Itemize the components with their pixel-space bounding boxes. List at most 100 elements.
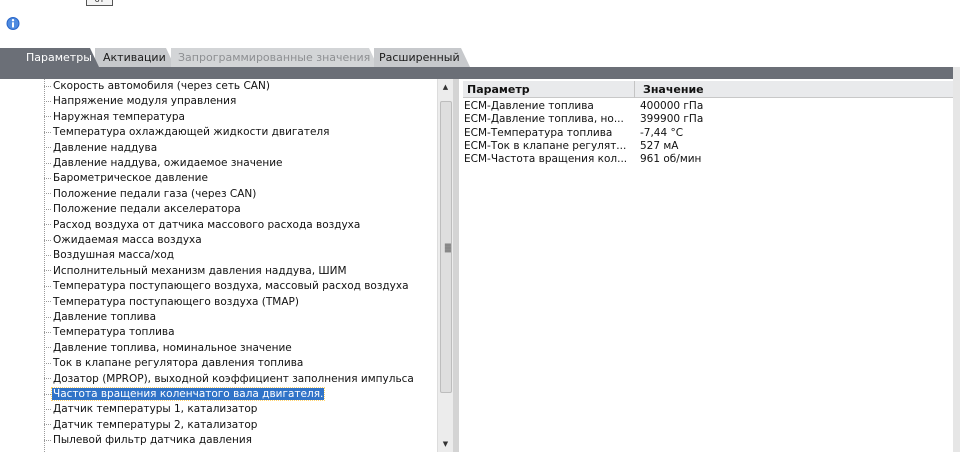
- column-header-parameter[interactable]: Параметр: [463, 81, 635, 98]
- tree-connector: [44, 177, 51, 179]
- top-button[interactable]: от: [86, 0, 113, 6]
- tree-connector: [44, 116, 51, 118]
- tree-connector: [44, 439, 51, 441]
- tree-item[interactable]: Воздушная масса/ход: [44, 248, 175, 263]
- tree-item[interactable]: Пылевой фильтр датчика давления: [44, 433, 253, 448]
- cell-value: 961 об/мин: [640, 153, 702, 166]
- tree-item[interactable]: Дозатор (MPROP), выходной коэффициент за…: [44, 372, 415, 387]
- tree-item-label: Давление топлива: [53, 311, 157, 323]
- column-header-value[interactable]: Значение: [635, 81, 953, 98]
- tree-item[interactable]: Расход воздуха от датчика массового расх…: [44, 218, 361, 233]
- tree-item-label: Давление топлива, номинальное значение: [53, 341, 292, 354]
- tree-item-label: Напряжение модуля управления: [53, 95, 237, 108]
- tree-item-label: Ожидаемая масса воздуха: [53, 234, 202, 246]
- table-row[interactable]: ECM-Температура топлива -7,44 °C: [463, 127, 953, 140]
- tree-item[interactable]: Давление топлива, номинальное значение: [44, 341, 293, 356]
- tree-connector: [44, 270, 51, 272]
- grid-header: Параметр Значение: [463, 81, 953, 98]
- tree-item[interactable]: Температура поступающего воздуха (TMAP): [44, 295, 300, 310]
- tree-item[interactable]: Барометрическое давление: [44, 171, 209, 186]
- tree-item[interactable]: Датчик температуры 1, катализатор: [44, 402, 258, 417]
- tree-item-label: Исполнительный механизм давления наддува…: [53, 264, 347, 277]
- tree-item[interactable]: Ток в клапане регулятора давления топлив…: [44, 356, 304, 371]
- tab-label: Параметры: [26, 51, 92, 64]
- tree-item[interactable]: Температура поступающего воздуха, массов…: [44, 279, 410, 294]
- tree-connector: [44, 393, 51, 395]
- scrollbar-thumb[interactable]: ▬ ▬ ▬: [440, 101, 452, 393]
- tree-item[interactable]: Частота вращения коленчатого вала двигат…: [44, 387, 326, 402]
- tree-item-label: Скорость автомобиля (через сеть CAN): [53, 80, 270, 92]
- tab-content-border: [0, 67, 953, 79]
- tab-parameters[interactable]: Параметры: [0, 48, 99, 67]
- table-row[interactable]: ECM-Давление топлива, но... 399900 гПа: [463, 113, 953, 126]
- tree-connector: [44, 85, 51, 87]
- tree-item-label: Давление наддува, ожидаемое значение: [53, 157, 283, 169]
- info-icon[interactable]: [6, 16, 20, 31]
- tree-scrollbar[interactable]: ▲ ▬ ▬ ▬ ▼: [437, 79, 453, 452]
- tree-item-label: Датчик температуры 2, катализатор: [53, 418, 258, 431]
- tree-item[interactable]: Напряжение модуля управления: [44, 94, 237, 109]
- tree-item[interactable]: Положение педали газа (через CAN): [44, 187, 257, 202]
- tree-connector: [44, 347, 51, 349]
- tree-item-label: Положение педали газа (через CAN): [53, 187, 257, 200]
- tree-connector: [44, 224, 51, 226]
- tab-activations[interactable]: Активации: [95, 48, 175, 67]
- parameter-tree-panel: Скорость автомобиля (через сеть CAN) Напр…: [0, 79, 453, 452]
- tree-connector: [44, 162, 51, 164]
- tree-item-label: Расход воздуха от датчика массового расх…: [53, 218, 361, 231]
- cell-parameter: ECM-Давление топлива: [464, 100, 594, 112]
- tree-item-label: Давление наддува: [53, 141, 158, 154]
- arrow-down-icon[interactable]: ▼: [438, 437, 453, 451]
- cell-value: 399900 гПа: [640, 113, 704, 126]
- tree-item[interactable]: Ожидаемая масса воздуха: [44, 233, 203, 248]
- table-row[interactable]: ECM-Ток в клапане регулят... 527 мА: [463, 140, 953, 153]
- tree-connector: [44, 100, 51, 102]
- cell-parameter: ECM-Температура топлива: [464, 126, 613, 139]
- tree-item-label: Температура охлаждающей жидкости двигате…: [53, 126, 330, 139]
- tree-item[interactable]: Давление топлива: [44, 310, 157, 325]
- cell-value: -7,44 °C: [640, 126, 684, 139]
- tab-bar: Параметры Активации Запрограммированные …: [0, 48, 960, 67]
- tree-connector: [44, 131, 51, 133]
- tree-item-label: Положение педали акселератора: [53, 203, 241, 216]
- parameter-tree: Скорость автомобиля (через сеть CAN) Напр…: [0, 79, 436, 452]
- cell-value: 400000 гПа: [640, 100, 704, 112]
- values-grid: Параметр Значение ECM-Давление топлива 40…: [459, 79, 953, 452]
- tree-item-label: Пылевой фильтр датчика давления: [53, 434, 252, 447]
- cell-parameter: ECM-Частота вращения кол...: [464, 153, 628, 166]
- tree-connector: [44, 424, 51, 426]
- tree-connector: [44, 408, 51, 410]
- tree-item[interactable]: Температура топлива: [44, 325, 176, 340]
- tree-connector: [44, 362, 51, 364]
- table-row[interactable]: ECM-Частота вращения кол... 961 об/мин: [463, 153, 953, 166]
- tree-connector: [44, 193, 51, 195]
- tree-connector: [44, 147, 51, 149]
- tree-item[interactable]: Положение педали акселератора: [44, 202, 242, 217]
- tree-item[interactable]: Давление наддува: [44, 141, 158, 156]
- tree-item[interactable]: Исполнительный механизм давления наддува…: [44, 264, 348, 279]
- tree-item[interactable]: Температура охлаждающей жидкости двигате…: [44, 125, 330, 140]
- tree-item-label: Наружная температура: [53, 110, 185, 123]
- tree-item-label: Ток в клапане регулятора давления топлив…: [53, 357, 304, 370]
- tree-item-label: Датчик температуры 1, катализатор: [53, 403, 258, 416]
- tree-item-label: Температура поступающего воздуха, массов…: [53, 280, 409, 293]
- tab-advanced[interactable]: Расширенный: [374, 48, 470, 67]
- tree-connector: [44, 331, 51, 333]
- arrow-up-icon[interactable]: ▲: [438, 80, 453, 94]
- tree-item-label: Барометрическое давление: [53, 172, 208, 185]
- tree-connector: [44, 285, 51, 287]
- tab-programmed-values: Запрограммированные значения: [171, 48, 378, 67]
- tree-connector: [44, 254, 51, 256]
- tree-item-label: Частота вращения коленчатого вала двигат…: [50, 387, 326, 401]
- window-edge: [953, 67, 960, 452]
- table-row[interactable]: ECM-Давление топлива 400000 гПа: [463, 100, 953, 113]
- tree-item[interactable]: Скорость автомобиля (через сеть CAN): [44, 79, 271, 94]
- tree-item[interactable]: Наружная температура: [44, 110, 186, 125]
- tree-item[interactable]: Датчик температуры 2, катализатор: [44, 418, 258, 433]
- tree-item-label: Температура поступающего воздуха (TMAP): [53, 295, 299, 308]
- tab-label: Запрограммированные значения: [178, 51, 371, 64]
- tree-connector: [44, 239, 51, 241]
- tree-item-label: Дозатор (MPROP), выходной коэффициент за…: [53, 372, 414, 385]
- tree-item[interactable]: Давление наддува, ожидаемое значение: [44, 156, 284, 171]
- tree-item-label: Воздушная масса/ход: [53, 249, 175, 262]
